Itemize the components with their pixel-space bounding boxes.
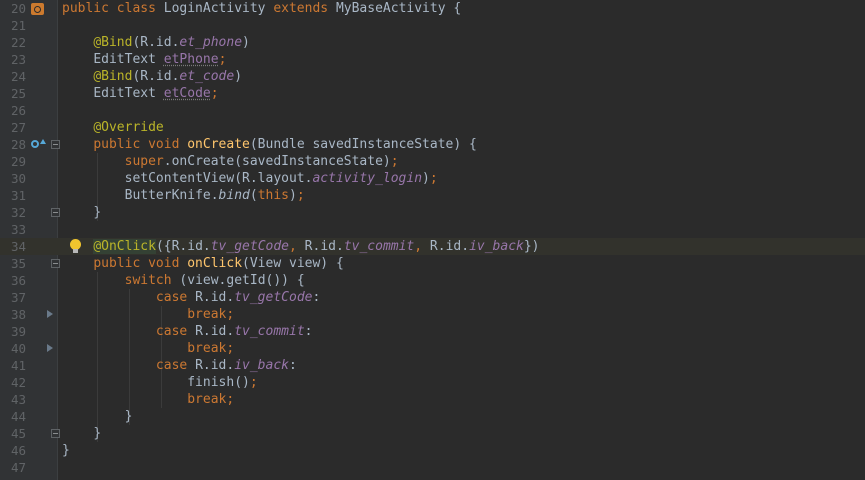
code-line-31[interactable]: 31 ButterKnife.bind(this); xyxy=(0,187,865,204)
code-line-20[interactable]: 20 public class LoginActivity extends My… xyxy=(0,0,865,17)
line-number: 42 xyxy=(10,375,26,390)
code-text[interactable]: } xyxy=(62,408,133,425)
code-text[interactable]: } xyxy=(62,425,101,442)
code-line-28[interactable]: 28 public void onCreate(Bundle savedInst… xyxy=(0,136,865,153)
code-line-39[interactable]: 39 case R.id.tv_commit: xyxy=(0,323,865,340)
line-number: 20 xyxy=(10,1,26,16)
code-text[interactable]: case R.id.tv_commit: xyxy=(62,323,313,340)
code-line-36[interactable]: 36 switch (view.getId()) { xyxy=(0,272,865,289)
code-line-27[interactable]: 27 @Override xyxy=(0,119,865,136)
code-text[interactable]: setContentView(R.layout.activity_login); xyxy=(62,170,438,187)
code-line-23[interactable]: 23 EditText etPhone; xyxy=(0,51,865,68)
code-text[interactable]: finish(); xyxy=(62,374,257,391)
line-number: 35 xyxy=(10,256,26,271)
code-text[interactable]: super.onCreate(savedInstanceState); xyxy=(62,153,399,170)
code-line-26[interactable]: 26 xyxy=(0,102,865,119)
code-line-21[interactable]: 21 xyxy=(0,17,865,34)
code-text[interactable]: break; xyxy=(62,306,234,323)
code-text[interactable]: public class LoginActivity extends MyBas… xyxy=(62,0,461,17)
breakpoint-arrow-icon[interactable] xyxy=(47,344,53,352)
line-number: 38 xyxy=(10,307,26,322)
code-line-35[interactable]: 35 public void onClick(View view) { xyxy=(0,255,865,272)
code-text[interactable]: public void onClick(View view) { xyxy=(62,255,343,272)
code-line-44[interactable]: 44 } xyxy=(0,408,865,425)
line-number: 27 xyxy=(10,120,26,135)
code-line-24[interactable]: 24 @Bind(R.id.et_code) xyxy=(0,68,865,85)
code-text[interactable]: public void onCreate(Bundle savedInstanc… xyxy=(62,136,477,153)
line-number: 43 xyxy=(10,392,26,407)
code-text[interactable]: EditText etCode; xyxy=(62,85,218,102)
code-text[interactable]: @Override xyxy=(62,119,163,136)
override-method-icon[interactable] xyxy=(31,140,39,148)
breakpoint-arrow-icon[interactable] xyxy=(47,310,53,318)
line-number: 37 xyxy=(10,290,26,305)
line-number: 22 xyxy=(10,35,26,50)
code-text[interactable]: @Bind(R.id.et_code) xyxy=(62,68,242,85)
line-number: 31 xyxy=(10,188,26,203)
code-text[interactable]: case R.id.tv_getCode: xyxy=(62,289,320,306)
fold-toggle-icon[interactable] xyxy=(51,140,60,149)
class-file-icon[interactable] xyxy=(31,3,44,15)
line-number: 29 xyxy=(10,154,26,169)
code-line-45[interactable]: 45 } xyxy=(0,425,865,442)
code-line-34[interactable]: 34 @OnClick({R.id.tv_getCode, R.id.tv_co… xyxy=(0,238,865,255)
line-number: 39 xyxy=(10,324,26,339)
code-line-46[interactable]: 46 } xyxy=(0,442,865,459)
fold-toggle-icon[interactable] xyxy=(51,429,60,438)
code-line-38[interactable]: 38 break; xyxy=(0,306,865,323)
code-line-33[interactable]: 33 xyxy=(0,221,865,238)
line-number: 40 xyxy=(10,341,26,356)
code-line-42[interactable]: 42 finish(); xyxy=(0,374,865,391)
line-number: 44 xyxy=(10,409,26,424)
line-number: 23 xyxy=(10,52,26,67)
line-number: 24 xyxy=(10,69,26,84)
code-text[interactable]: } xyxy=(62,204,101,221)
code-text[interactable]: break; xyxy=(62,391,234,408)
line-number: 26 xyxy=(10,103,26,118)
line-number: 30 xyxy=(10,171,26,186)
fold-toggle-icon[interactable] xyxy=(51,208,60,217)
code-line-40[interactable]: 40 break; xyxy=(0,340,865,357)
code-line-37[interactable]: 37 case R.id.tv_getCode: xyxy=(0,289,865,306)
line-number: 33 xyxy=(10,222,26,237)
override-arrow-icon xyxy=(40,139,46,144)
code-text[interactable]: switch (view.getId()) { xyxy=(62,272,305,289)
code-text[interactable]: @OnClick({R.id.tv_getCode, R.id.tv_commi… xyxy=(62,238,540,255)
code-text[interactable]: case R.id.iv_back: xyxy=(62,357,297,374)
line-number: 36 xyxy=(10,273,26,288)
code-line-32[interactable]: 32 } xyxy=(0,204,865,221)
code-line-22[interactable]: 22 @Bind(R.id.et_phone) xyxy=(0,34,865,51)
code-text[interactable]: break; xyxy=(62,340,234,357)
code-line-43[interactable]: 43 break; xyxy=(0,391,865,408)
line-number: 21 xyxy=(10,18,26,33)
code-line-29[interactable]: 29 super.onCreate(savedInstanceState); xyxy=(0,153,865,170)
code-text[interactable]: } xyxy=(62,442,70,459)
line-number: 45 xyxy=(10,426,26,441)
line-number: 41 xyxy=(10,358,26,373)
fold-toggle-icon[interactable] xyxy=(51,259,60,268)
code-text[interactable]: @Bind(R.id.et_phone) xyxy=(62,34,250,51)
line-number: 25 xyxy=(10,86,26,101)
line-number: 46 xyxy=(10,443,26,458)
code-editor[interactable]: 20 public class LoginActivity extends My… xyxy=(0,0,865,480)
code-text[interactable]: EditText etPhone; xyxy=(62,51,226,68)
code-line-30[interactable]: 30 setContentView(R.layout.activity_logi… xyxy=(0,170,865,187)
code-line-41[interactable]: 41 case R.id.iv_back: xyxy=(0,357,865,374)
line-number: 47 xyxy=(10,460,26,475)
code-text[interactable]: ButterKnife.bind(this); xyxy=(62,187,305,204)
line-number: 34 xyxy=(10,239,26,254)
code-line-25[interactable]: 25 EditText etCode; xyxy=(0,85,865,102)
code-line-47[interactable]: 47 xyxy=(0,459,865,476)
line-number: 28 xyxy=(10,137,26,152)
line-number: 32 xyxy=(10,205,26,220)
